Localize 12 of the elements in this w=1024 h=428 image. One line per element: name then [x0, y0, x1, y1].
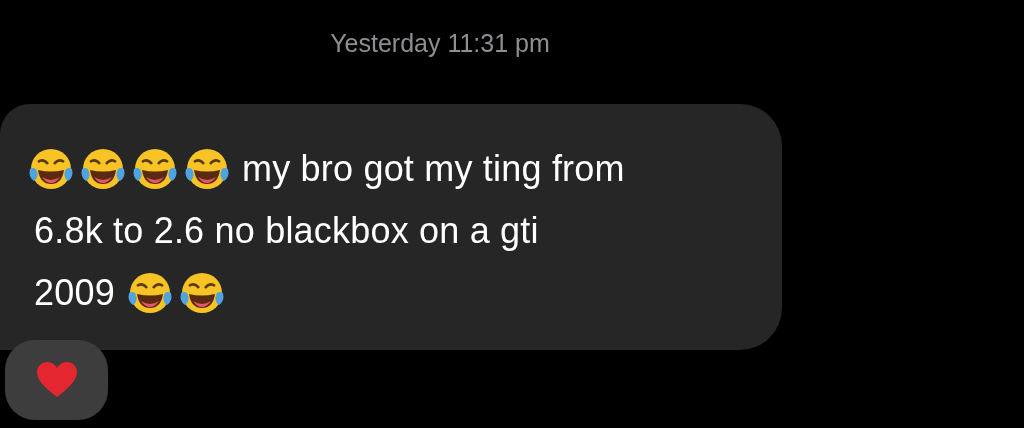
- laughing-face-icon: [126, 271, 173, 315]
- laughing-face-icon: [28, 147, 74, 191]
- heart-icon: [35, 361, 78, 399]
- laughing-face-icon: [80, 147, 126, 191]
- timestamp: Yesterday 11:31 pm: [329, 28, 551, 59]
- reaction-badge[interactable]: [5, 340, 108, 420]
- message-text: 2009: [34, 272, 115, 314]
- message-text: my bro got my ting from: [242, 148, 625, 190]
- laughing-face-icon: [178, 271, 225, 315]
- message-text: 6.8k to 2.6 no blackbox on a gti: [34, 210, 539, 252]
- laughing-face-icon: [184, 147, 230, 191]
- laughing-face-icon: [132, 147, 178, 191]
